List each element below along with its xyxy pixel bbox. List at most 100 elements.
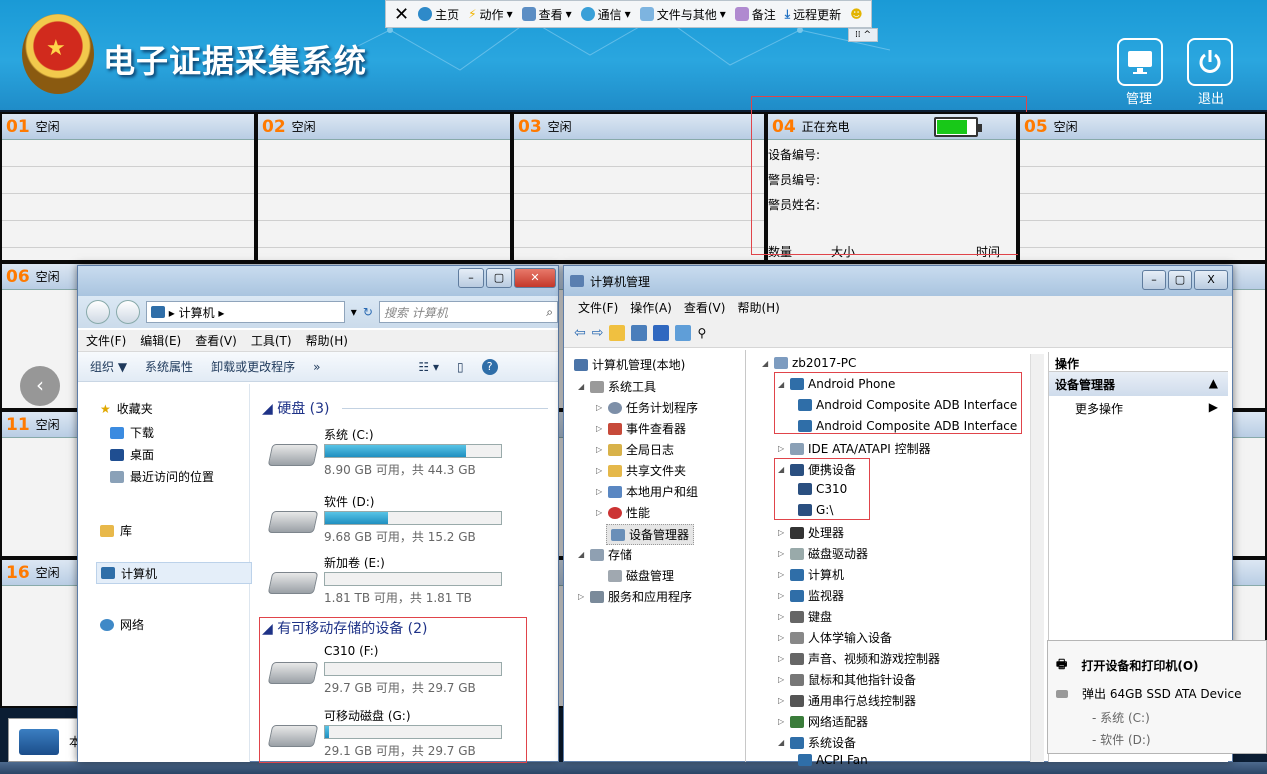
toolbar-remote-update[interactable]: ⤓ 远程更新 xyxy=(785,6,841,23)
device-mice[interactable]: ▷ 鼠标和其他指针设备 xyxy=(778,671,916,688)
tree-storage[interactable]: ◢ 存储 xyxy=(578,546,632,563)
close-button[interactable]: ✕ xyxy=(514,268,556,288)
dropdown-icon[interactable]: ▾ xyxy=(351,305,357,319)
open-devices-printers-item[interactable]: 🖶 打开设备和打印机(O) xyxy=(1056,655,1199,676)
compmgmt-titlebar[interactable]: 计算机管理 xyxy=(564,266,1232,296)
tree-services-apps[interactable]: ▷ 服务和应用程序 xyxy=(578,588,692,605)
scan-hardware-icon[interactable]: ⚲ xyxy=(697,326,706,340)
slot-01[interactable]: 01 空闲 xyxy=(0,112,256,262)
tree-system-tools[interactable]: ◢ 系统工具 xyxy=(578,378,656,395)
toolbar-action[interactable]: ⚡ 动作 ▾ xyxy=(468,6,512,23)
device-system-devices[interactable]: ◢ 系统设备 xyxy=(778,734,856,751)
help-icon[interactable] xyxy=(653,324,670,341)
slot-03[interactable]: 03 空闲 xyxy=(512,112,766,262)
toolbar-comm[interactable]: 通信 ▾ xyxy=(580,6,631,23)
menu-file[interactable]: 文件(F) xyxy=(86,332,126,349)
search-icon[interactable]: ⌕ xyxy=(546,305,553,320)
slot-05[interactable]: 05 空闲 xyxy=(1018,112,1267,262)
actions-more[interactable]: 更多操作 ▶ xyxy=(1049,396,1228,421)
manage-button[interactable] xyxy=(1117,38,1163,86)
help-icon[interactable]: ? xyxy=(481,358,498,375)
slot-02[interactable]: 02 空闲 xyxy=(256,112,512,262)
forward-arrow-icon[interactable]: ⇨ xyxy=(592,325,604,341)
system-properties-button[interactable]: 系统属性 xyxy=(145,358,193,375)
minimize-button[interactable]: – xyxy=(1142,270,1166,290)
tree-task-scheduler[interactable]: ▷ 任务计划程序 xyxy=(596,399,698,416)
nav-network[interactable]: 网络 xyxy=(100,616,144,633)
taskbar-preview[interactable]: 本 xyxy=(8,718,88,762)
more-commands-button[interactable]: » xyxy=(313,360,320,374)
preview-pane-icon[interactable]: ▯ xyxy=(457,360,464,374)
toolbar-view[interactable]: 查看 ▾ xyxy=(521,6,572,23)
device-tree-scrollbar[interactable] xyxy=(1030,354,1044,762)
refresh-button[interactable]: ↻ xyxy=(363,305,373,319)
device-acpi-fan[interactable]: ACPI Fan xyxy=(798,753,868,767)
device-sound[interactable]: ▷ 声音、视频和游戏控制器 xyxy=(778,650,940,667)
tree-event-viewer[interactable]: ▷ 事件查看器 xyxy=(596,420,686,437)
actions-section-device-manager[interactable]: 设备管理器 ▲ xyxy=(1049,372,1228,396)
back-icon[interactable] xyxy=(86,300,110,324)
address-field[interactable]: ▸ 计算机 ▸ xyxy=(145,301,345,323)
device-ide-controller[interactable]: ▷ IDE ATA/ATAPI 控制器 xyxy=(778,440,931,457)
eject-sub-d[interactable]: - 软件 (D:) xyxy=(1092,731,1151,748)
menu-tools[interactable]: 工具(T) xyxy=(251,332,292,349)
nav-desktop[interactable]: 桌面 xyxy=(110,446,154,463)
view-options-icon[interactable]: ☷ ▾ xyxy=(418,360,439,374)
menu-help[interactable]: 帮助(H) xyxy=(737,299,779,316)
tree-root[interactable]: 计算机管理(本地) xyxy=(574,356,685,373)
nav-recent[interactable]: 最近访问的位置 xyxy=(110,468,214,485)
drive-d[interactable]: 软件 (D:) 9.68 GB 可用，共 15.2 GB xyxy=(267,493,510,549)
drive-e[interactable]: 新加卷 (E:) 1.81 TB 可用，共 1.81 TB xyxy=(267,554,510,610)
maximize-button[interactable]: ▢ xyxy=(486,268,512,288)
previous-page-button[interactable]: ‹ xyxy=(20,366,60,406)
drive-c[interactable]: 系统 (C:) 8.90 GB 可用，共 44.3 GB xyxy=(267,426,510,482)
tree-device-manager[interactable]: 设备管理器 xyxy=(606,524,695,545)
eject-device-item[interactable]: 弹出 64GB SSD ATA Device xyxy=(1056,685,1241,702)
device-monitors[interactable]: ▷ 监视器 xyxy=(778,587,844,604)
tree-global-log[interactable]: ▷ 全局日志 xyxy=(596,441,674,458)
back-arrow-icon[interactable]: ⇦ xyxy=(574,325,586,341)
toolbar-note[interactable]: 备注 xyxy=(734,6,776,23)
tree-shared-folders[interactable]: ▷ 共享文件夹 xyxy=(596,462,686,479)
exit-button[interactable] xyxy=(1187,38,1233,86)
menu-help[interactable]: 帮助(H) xyxy=(306,332,348,349)
toolbar-files[interactable]: 文件与其他 ▾ xyxy=(639,6,726,23)
eject-sub-c[interactable]: - 系统 (C:) xyxy=(1092,709,1150,726)
uninstall-program-button[interactable]: 卸载或更改程序 xyxy=(211,358,295,375)
show-hide-tree-icon[interactable] xyxy=(631,324,648,341)
device-keyboards[interactable]: ▷ 键盘 xyxy=(778,608,832,625)
close-icon[interactable]: ✕ xyxy=(394,4,409,25)
device-processor[interactable]: ▷ 处理器 xyxy=(778,524,844,541)
nav-libraries[interactable]: 库 xyxy=(100,522,132,539)
menu-edit[interactable]: 编辑(E) xyxy=(140,332,181,349)
tree-local-users[interactable]: ▷ 本地用户和组 xyxy=(596,483,698,500)
properties-icon[interactable] xyxy=(675,324,692,341)
device-root[interactable]: ◢ zb2017-PC xyxy=(762,356,856,370)
tree-performance[interactable]: ▷ 性能 xyxy=(596,504,650,521)
menu-file[interactable]: 文件(F) xyxy=(578,299,618,316)
collapse-icon[interactable]: ▲ xyxy=(1209,376,1218,390)
device-usb-controllers[interactable]: ▷ 通用串行总线控制器 xyxy=(778,692,916,709)
close-button[interactable]: X xyxy=(1194,270,1228,290)
menu-view[interactable]: 查看(V) xyxy=(684,299,726,316)
tree-disk-management[interactable]: 磁盘管理 xyxy=(608,567,674,584)
nav-computer[interactable]: 计算机 xyxy=(96,562,252,584)
menu-action[interactable]: 操作(A) xyxy=(630,299,672,316)
maximize-button[interactable]: ▢ xyxy=(1168,270,1192,290)
menu-view[interactable]: 查看(V) xyxy=(195,332,237,349)
nav-favorites[interactable]: ★ 收藏夹 xyxy=(100,400,153,417)
minimize-button[interactable]: – xyxy=(458,268,484,288)
organize-button[interactable]: 组织 ▼ xyxy=(90,358,127,375)
search-field[interactable]: 搜索 计算机 ⌕ xyxy=(378,301,558,323)
hard-disks-group-header[interactable]: ◢ 硬盘 (3) xyxy=(262,398,330,418)
forward-icon[interactable] xyxy=(115,300,140,324)
device-disk-drives[interactable]: ▷ 磁盘驱动器 xyxy=(778,545,868,562)
up-folder-icon[interactable] xyxy=(609,324,626,341)
device-network-adapters[interactable]: ▷ 网络适配器 xyxy=(778,713,868,730)
toolbar-home[interactable]: 主页 xyxy=(418,6,459,23)
smiley-icon[interactable]: ☻ xyxy=(850,7,863,21)
toolbar-grip[interactable]: ⁞⁞ ^ xyxy=(848,28,878,42)
device-hid[interactable]: ▷ 人体学输入设备 xyxy=(778,629,892,646)
device-computer[interactable]: ▷ 计算机 xyxy=(778,566,844,583)
nav-downloads[interactable]: 下载 xyxy=(110,424,154,441)
